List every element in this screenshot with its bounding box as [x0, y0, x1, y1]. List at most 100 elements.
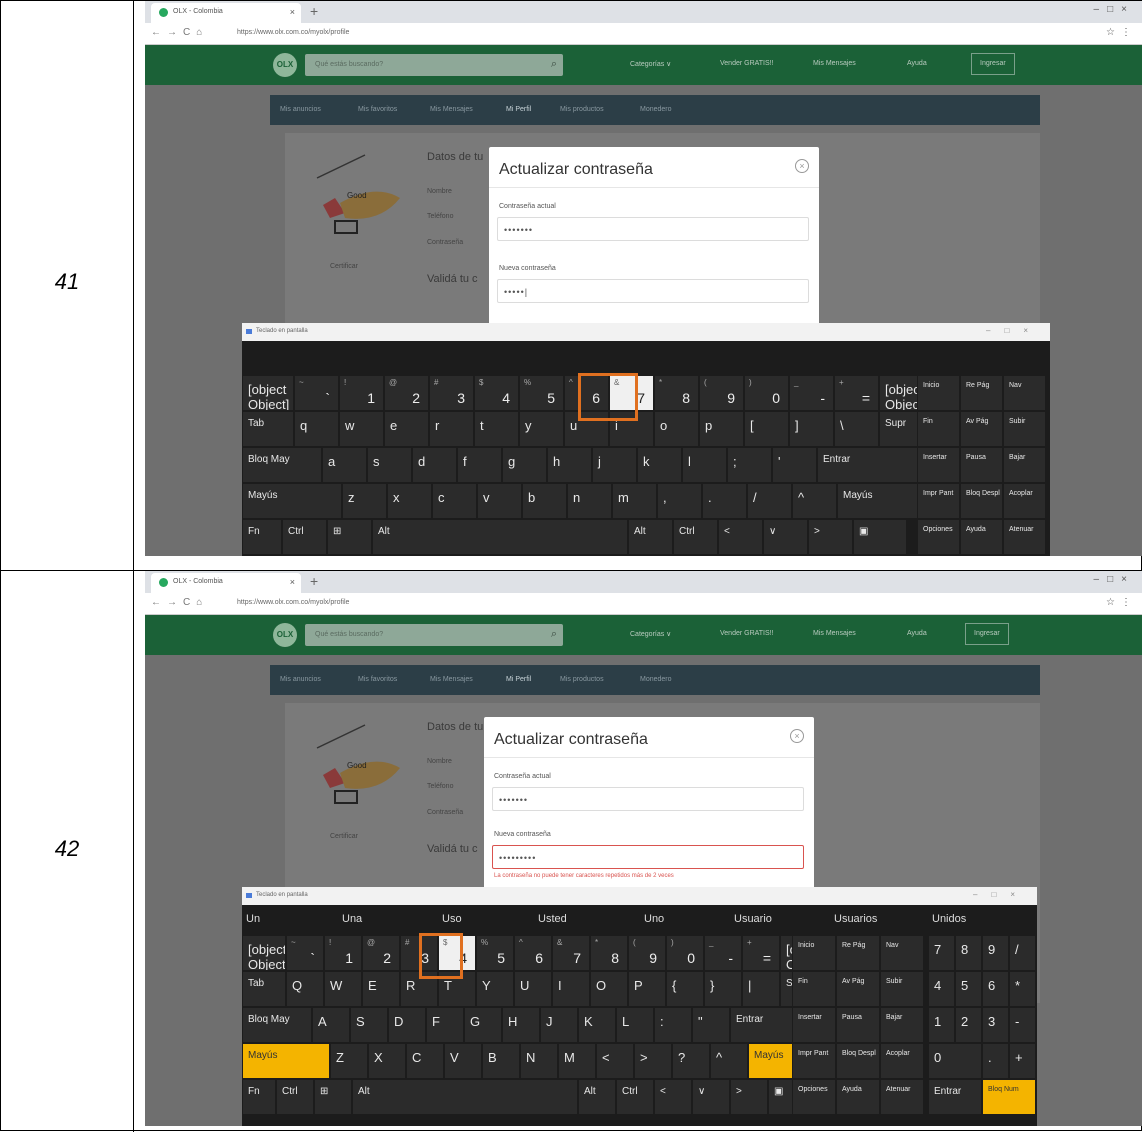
- keyboard-key[interactable]: Ayuda: [836, 1079, 880, 1115]
- keyboard-key[interactable]: {: [666, 971, 704, 1007]
- subnav-mis-mensajes[interactable]: Mis Mensajes: [430, 106, 473, 113]
- subnav-monedero[interactable]: Monedero: [640, 106, 672, 113]
- keyboard-key[interactable]: J: [540, 1007, 578, 1043]
- keyboard-key[interactable]: ~ `: [286, 935, 324, 971]
- browser-tab[interactable]: OLX - Colombia ×: [151, 3, 301, 23]
- subnav-mis-favoritos[interactable]: Mis favoritos: [358, 106, 397, 113]
- keyboard-key[interactable]: 5: [955, 971, 982, 1007]
- keyboard-key[interactable]: $4: [474, 375, 519, 411]
- keyboard-key[interactable]: @2: [384, 375, 429, 411]
- keyboard-key[interactable]: >: [730, 1079, 768, 1115]
- keyboard-key[interactable]: _ -: [789, 375, 834, 411]
- keyboard-key[interactable]: D: [388, 1007, 426, 1043]
- keyboard-key[interactable]: Pausa: [836, 1007, 880, 1043]
- keyboard-key[interactable]: e: [384, 411, 429, 447]
- keyboard-key[interactable]: Pausa: [960, 447, 1003, 483]
- keyboard-key[interactable]: 7: [928, 935, 955, 971]
- keyboard-key[interactable]: <: [718, 519, 763, 555]
- keyboard-key[interactable]: * 8: [654, 375, 699, 411]
- keyboard-key[interactable]: Alt: [352, 1079, 578, 1115]
- keyboard-key[interactable]: 9: [982, 935, 1009, 971]
- keyboard-key[interactable]: Fin: [917, 411, 960, 447]
- prediction-suggestion[interactable]: Un: [242, 907, 338, 933]
- header-ingresar-button[interactable]: Ingresar: [971, 53, 1015, 75]
- keyboard-key[interactable]: L: [616, 1007, 654, 1043]
- header-link-ayuda[interactable]: Ayuda: [907, 630, 927, 637]
- keyboard-key[interactable]: d: [412, 447, 457, 483]
- keyboard-key[interactable]: + =: [834, 375, 879, 411]
- keyboard-key[interactable]: 3: [982, 1007, 1009, 1043]
- keyboard-key[interactable]: .: [702, 483, 747, 519]
- new-password-input[interactable]: •••••|: [497, 279, 809, 303]
- keyboard-key[interactable]: H: [502, 1007, 540, 1043]
- close-icon[interactable]: ×: [790, 729, 804, 743]
- keyboard-key[interactable]: 8: [955, 935, 982, 971]
- keyboard-key[interactable]: q: [294, 411, 339, 447]
- keyboard-key[interactable]: f: [457, 447, 502, 483]
- tab-close-icon[interactable]: ×: [290, 577, 295, 587]
- site-search-input[interactable]: Qué estás buscando? ⌕: [305, 624, 563, 646]
- keyboard-key[interactable]: n: [567, 483, 612, 519]
- keyboard-key[interactable]: ^: [792, 483, 837, 519]
- keyboard-key[interactable]: v: [477, 483, 522, 519]
- keyboard-key[interactable]: Fn: [242, 519, 282, 555]
- keyboard-key[interactable]: b: [522, 483, 567, 519]
- keyboard-key[interactable]: Opciones: [792, 1079, 836, 1115]
- keyboard-key[interactable]: Inicio: [792, 935, 836, 971]
- keyboard-key[interactable]: Bloq Despl: [960, 483, 1003, 519]
- browser-menu-icons[interactable]: ☆⋮: [1106, 597, 1137, 608]
- keyboard-key[interactable]: \: [834, 411, 879, 447]
- new-tab-icon[interactable]: +: [310, 573, 318, 589]
- keyboard-key[interactable]: >: [634, 1043, 672, 1079]
- keyboard-key[interactable]: Opciones: [917, 519, 960, 555]
- keyboard-key[interactable]: Ayuda: [960, 519, 1003, 555]
- keyboard-key[interactable]: Bloq Num: [982, 1079, 1036, 1115]
- prediction-suggestion[interactable]: Uso: [438, 907, 534, 933]
- keyboard-key[interactable]: A: [312, 1007, 350, 1043]
- window-controls[interactable]: –□×: [1094, 4, 1135, 15]
- header-link-categorias[interactable]: Categorías ∨: [630, 630, 671, 638]
- browser-nav-icons[interactable]: ←→C⌂: [151, 597, 208, 608]
- header-link-ayuda[interactable]: Ayuda: [907, 60, 927, 67]
- keyboard-key[interactable]: Atenuar: [1003, 519, 1046, 555]
- keyboard-key[interactable]: Acoplar: [1003, 483, 1046, 519]
- subnav-mis-productos[interactable]: Mis productos: [560, 106, 604, 113]
- header-link-mensajes[interactable]: Mis Mensajes: [813, 630, 856, 637]
- keyboard-key[interactable]: N: [520, 1043, 558, 1079]
- header-ingresar-button[interactable]: Ingresar: [965, 623, 1009, 645]
- keyboard-key[interactable]: Nav: [880, 935, 924, 971]
- keyboard-key[interactable]: Alt: [628, 519, 673, 555]
- keyboard-key[interactable]: c: [432, 483, 477, 519]
- close-icon[interactable]: ×: [795, 159, 809, 173]
- keyboard-key[interactable]: Impr Pant: [792, 1043, 836, 1079]
- keyboard-key[interactable]: M: [558, 1043, 596, 1079]
- keyboard-key[interactable]: :: [654, 1007, 692, 1043]
- header-link-categorias[interactable]: Categorías ∨: [630, 60, 671, 68]
- keyboard-key[interactable]: Atenuar: [880, 1079, 924, 1115]
- keyboard-key[interactable]: w: [339, 411, 384, 447]
- subnav-mi-perfil[interactable]: Mi Perfil: [506, 106, 531, 113]
- keyboard-key[interactable]: Insertar: [917, 447, 960, 483]
- keyboard-key[interactable]: ': [772, 447, 817, 483]
- browser-nav-icons[interactable]: ←→C⌂: [151, 27, 208, 38]
- keyboard-key[interactable]: Tab: [242, 971, 286, 1007]
- subnav-mis-anuncios[interactable]: Mis anuncios: [280, 676, 321, 683]
- current-password-input[interactable]: •••••••: [497, 217, 809, 241]
- keyboard-key[interactable]: I: [552, 971, 590, 1007]
- keyboard-key[interactable]: Bloq May: [242, 447, 322, 483]
- keyboard-key[interactable]: >: [808, 519, 853, 555]
- keyboard-key[interactable]: (9: [699, 375, 744, 411]
- keyboard-key[interactable]: 1: [928, 1007, 955, 1043]
- keyboard-key[interactable]: <: [654, 1079, 692, 1115]
- keyboard-key[interactable]: g: [502, 447, 547, 483]
- keyboard-key[interactable]: ! 1: [339, 375, 384, 411]
- keyboard-key[interactable]: Fin: [792, 971, 836, 1007]
- keyboard-key[interactable]: + =: [742, 935, 780, 971]
- keyboard-key[interactable]: Av Pág: [836, 971, 880, 1007]
- prediction-suggestion[interactable]: Una: [338, 907, 434, 933]
- keyboard-key[interactable]: * 8: [590, 935, 628, 971]
- prediction-suggestion[interactable]: Usuario: [730, 907, 826, 933]
- keyboard-key[interactable]: t: [474, 411, 519, 447]
- keyboard-key[interactable]: s: [367, 447, 412, 483]
- keyboard-key[interactable]: K: [578, 1007, 616, 1043]
